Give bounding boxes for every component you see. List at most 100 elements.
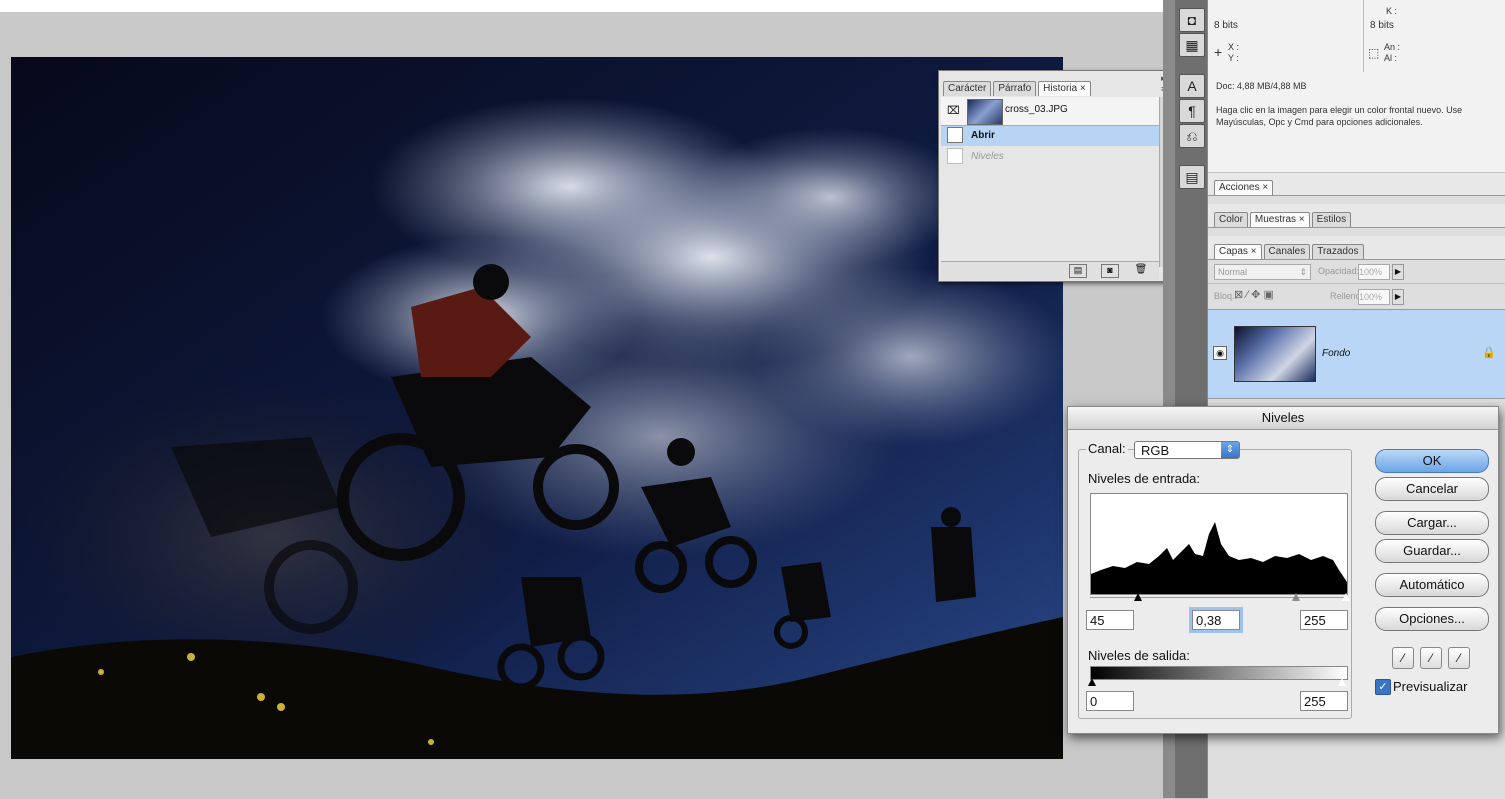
layer-name: Fondo — [1322, 348, 1351, 359]
levels-dialog: Niveles Canal: RGB ⇕ Niveles de entrada:… — [1067, 406, 1499, 734]
selection-size-icon: ⬚ — [1368, 46, 1380, 60]
channel-select[interactable]: RGB ⇕ — [1134, 441, 1240, 459]
bits-left: 8 bits — [1214, 20, 1238, 31]
layer-thumbnail — [1234, 326, 1316, 382]
divider — [1363, 36, 1364, 72]
new-document-icon[interactable]: ▤ — [1069, 264, 1087, 278]
history-panel: CarácterPárrafoHistoria × ▸▸≡ ⌧ cross_03… — [938, 70, 1176, 282]
history-state-icon — [947, 127, 963, 144]
al-label: Al : — [1384, 53, 1398, 63]
black-eyedropper-icon[interactable]: ⁄ — [1392, 647, 1414, 669]
document-image[interactable] — [11, 57, 1063, 759]
select-arrows-icon: ⇕ — [1299, 267, 1307, 277]
color-tabs: Color Muestras × Estilos — [1214, 212, 1353, 228]
history-snapshot-row[interactable]: ⌧ cross_03.JPG — [941, 97, 1159, 126]
an-label: An : — [1384, 42, 1401, 52]
tab-acciones[interactable]: Acciones × — [1214, 180, 1274, 195]
actions-icon[interactable]: ▤ — [1179, 165, 1205, 189]
divider — [1363, 0, 1364, 36]
doc-size: Doc: 4,88 MB/4,88 MB — [1216, 81, 1307, 91]
fill-arrow-icon[interactable]: ▶ — [1392, 289, 1404, 305]
info-icon[interactable]: ▦ — [1179, 33, 1205, 57]
tab-estilos[interactable]: Estilos — [1311, 212, 1352, 227]
select-arrows-icon: ⇕ — [1221, 442, 1239, 458]
layer-lock-icon: 🔒 — [1482, 347, 1496, 359]
info-doc-area: Doc: 4,88 MB/4,88 MB Haga clic en la ima… — [1208, 72, 1505, 173]
brush-source-icon[interactable]: ⌧ — [947, 104, 961, 118]
history-state-icon — [947, 148, 963, 165]
character-icon[interactable]: A — [1179, 74, 1205, 98]
tab-caracter[interactable]: Carácter — [943, 81, 992, 96]
dialog-title: Niveles — [1068, 407, 1498, 430]
acciones-tabs: Acciones × — [1214, 180, 1275, 196]
lock-icons[interactable]: ⊠ ⁄ ✥ ▣ — [1234, 288, 1274, 301]
output-black-field[interactable]: 0 — [1086, 691, 1134, 711]
tab-parrafo[interactable]: Párrafo — [993, 81, 1037, 96]
tab-canales[interactable]: Canales — [1263, 244, 1311, 259]
input-gamma-slider[interactable] — [1292, 593, 1300, 601]
ok-button[interactable]: OK — [1375, 449, 1489, 473]
k-label: K : — [1386, 6, 1398, 16]
input-levels-label: Niveles de entrada: — [1088, 471, 1201, 486]
history-step-label: Abrir — [971, 130, 995, 141]
snapshot-thumbnail — [967, 99, 1003, 125]
trash-icon[interactable]: 🗑 — [1133, 264, 1149, 276]
color-collapsed — [1208, 227, 1505, 236]
divider — [1208, 283, 1505, 284]
opacity-arrow-icon[interactable]: ▶ — [1392, 264, 1404, 280]
motocross-photo — [11, 57, 1063, 759]
fill-field[interactable]: 100% — [1358, 289, 1390, 305]
info-hint: Haga clic en la imagen para elegir un co… — [1216, 105, 1463, 127]
input-black-field[interactable]: 45 — [1086, 610, 1134, 630]
tab-historia[interactable]: Historia × — [1038, 81, 1091, 96]
options-button[interactable]: Opciones... — [1375, 607, 1489, 631]
blend-mode-select[interactable]: Normal ⇕ — [1214, 264, 1311, 280]
input-slider-track — [1090, 597, 1346, 598]
white-eyedropper-icon[interactable]: ⁄ — [1448, 647, 1470, 669]
auto-button[interactable]: Automático — [1375, 573, 1489, 597]
tab-capas[interactable]: Capas × — [1214, 244, 1262, 259]
info-bits-row: 8 bits K : 8 bits — [1208, 0, 1505, 37]
save-button[interactable]: Guardar... — [1375, 539, 1489, 563]
tab-trazados[interactable]: Trazados — [1312, 244, 1364, 259]
input-white-field[interactable]: 255 — [1300, 610, 1348, 630]
histogram — [1090, 493, 1348, 595]
preview-checkbox[interactable]: ✓ — [1375, 679, 1391, 695]
layer-row-fondo[interactable]: ◉ Fondo 🔒 — [1208, 309, 1505, 399]
history-step-label: Niveles — [971, 151, 1004, 162]
y-label: Y : — [1228, 53, 1239, 63]
acciones-collapsed — [1208, 195, 1505, 204]
paragraph-icon[interactable]: ¶ — [1179, 99, 1205, 123]
output-white-slider[interactable] — [1338, 678, 1346, 686]
output-white-field[interactable]: 255 — [1300, 691, 1348, 711]
output-levels-label: Niveles de salida: — [1088, 648, 1190, 663]
histogram-graph — [1091, 522, 1347, 594]
input-gamma-field[interactable]: 0,38 — [1192, 610, 1240, 630]
opacity-label: Opacidad: — [1318, 266, 1360, 276]
cancel-button[interactable]: Cancelar — [1375, 477, 1489, 501]
history-panel-tabs: Carácter Párrafo Historia × — [943, 81, 1093, 97]
visibility-eye-icon[interactable]: ◉ — [1213, 346, 1227, 360]
output-gradient — [1090, 666, 1348, 680]
history-step-abrir[interactable]: Abrir — [941, 126, 1159, 146]
history-footer: ▤ ◙ 🗑 — [941, 261, 1159, 280]
bits-right: 8 bits — [1370, 20, 1394, 31]
channel-label: Canal: — [1086, 441, 1128, 456]
info-coords-row: + X : Y : ⬚ An : Al : — [1208, 36, 1505, 73]
top-strip — [0, 0, 1163, 12]
x-label: X : — [1228, 42, 1240, 52]
preview-label: Previsualizar — [1393, 679, 1468, 694]
gray-eyedropper-icon[interactable]: ⁄ — [1420, 647, 1442, 669]
crosshair-icon: + — [1214, 44, 1223, 60]
camera-icon[interactable]: ◙ — [1101, 264, 1119, 278]
history-step-niveles[interactable]: Niveles — [941, 147, 1159, 167]
input-black-slider[interactable] — [1134, 593, 1142, 601]
opacity-field[interactable]: 100% — [1358, 264, 1390, 280]
input-white-slider[interactable] — [1342, 593, 1350, 601]
tab-color[interactable]: Color — [1214, 212, 1248, 227]
output-black-slider[interactable] — [1088, 678, 1096, 686]
load-button[interactable]: Cargar... — [1375, 511, 1489, 535]
tab-muestras[interactable]: Muestras × — [1249, 212, 1310, 227]
history-icon[interactable]: ⎌ — [1179, 124, 1205, 148]
navigator-icon[interactable]: ◘ — [1179, 8, 1205, 32]
